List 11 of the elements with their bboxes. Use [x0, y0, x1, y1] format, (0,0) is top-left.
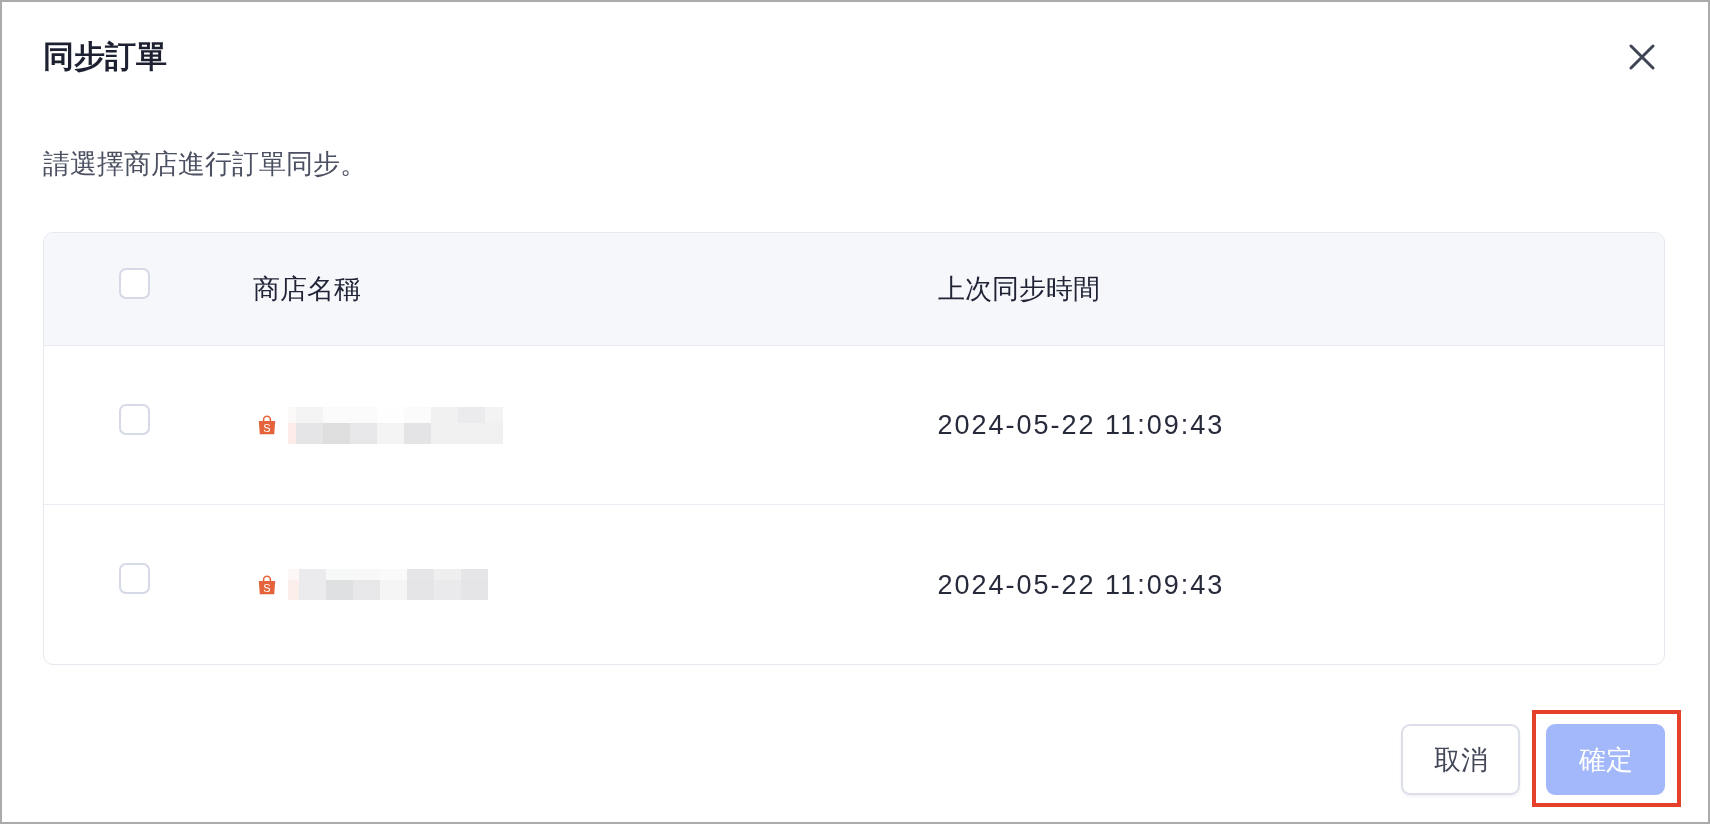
last-sync-time: 2024-05-22 11:09:43: [937, 409, 1225, 442]
column-header: 商店名稱: [252, 273, 361, 306]
last-sync-time: 2024-05-22 11:09:43: [937, 568, 1225, 602]
cancel-button[interactable]: 取消: [1401, 724, 1520, 795]
dialog-title: 同步訂單: [43, 38, 167, 76]
column-header: 上次同步時間: [937, 273, 1100, 306]
checkbox[interactable]: [119, 267, 150, 299]
checkbox[interactable]: [119, 563, 150, 594]
close-icon[interactable]: [1629, 44, 1655, 70]
checkbox[interactable]: [119, 403, 150, 435]
dialog-description: 請選擇商店進行訂單同步。: [43, 148, 367, 181]
